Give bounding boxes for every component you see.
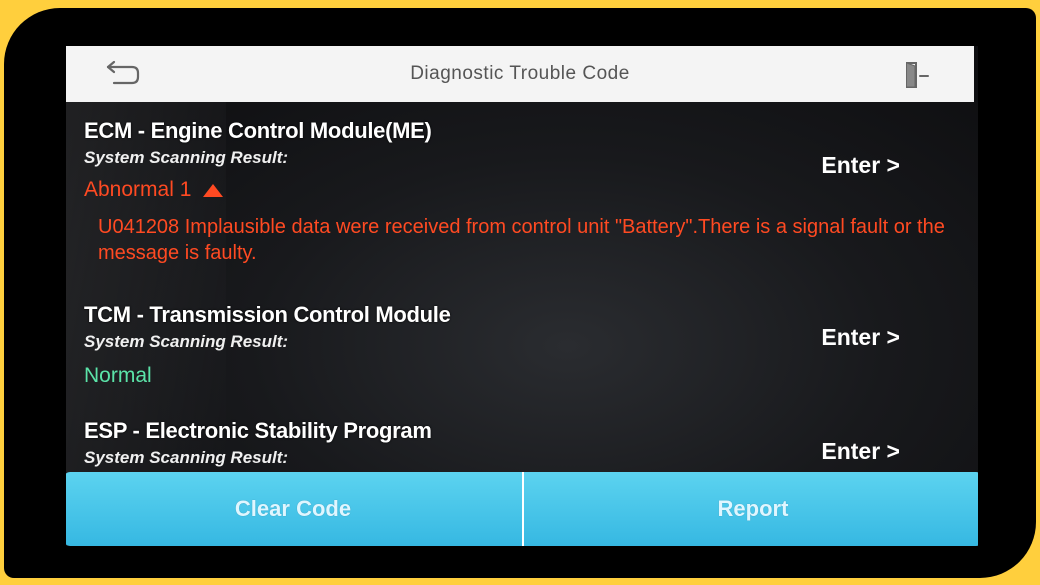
module-tcm: TCM - Transmission Control Module System… [84,302,964,388]
page-title: Diagnostic Trouble Code [410,63,630,84]
ecm-enter-button[interactable]: Enter > [821,152,900,179]
module-ecm: ECM - Engine Control Module(ME) System S… [84,118,964,266]
normal-status: Normal [84,364,152,387]
status-text: Abnormal 1 [84,178,192,201]
clear-code-button[interactable]: Clear Code [66,472,524,546]
module-title: ECM - Engine Control Module(ME) [84,118,432,143]
abnormal-status: Abnormal 1 [84,178,964,202]
back-arrow-icon[interactable] [104,58,144,88]
diagnostic-screen: Diagnostic Trouble Code ECM - Engine Con… [66,46,978,546]
bottom-button-bar: Clear Code Report [66,472,978,546]
tcm-enter-button[interactable]: Enter > [821,324,900,351]
esp-enter-button[interactable]: Enter > [821,438,900,465]
warning-triangle-icon [203,183,224,197]
device-bezel: Diagnostic Trouble Code ECM - Engine Con… [4,8,1036,578]
fault-description: U041208 Implausible data were received f… [98,216,945,264]
module-esp: ESP - Electronic Stability Program Syste… [84,418,964,468]
report-button[interactable]: Report [524,472,978,546]
header-bar: Diagnostic Trouble Code [66,46,974,102]
exit-door-icon[interactable] [904,60,932,90]
